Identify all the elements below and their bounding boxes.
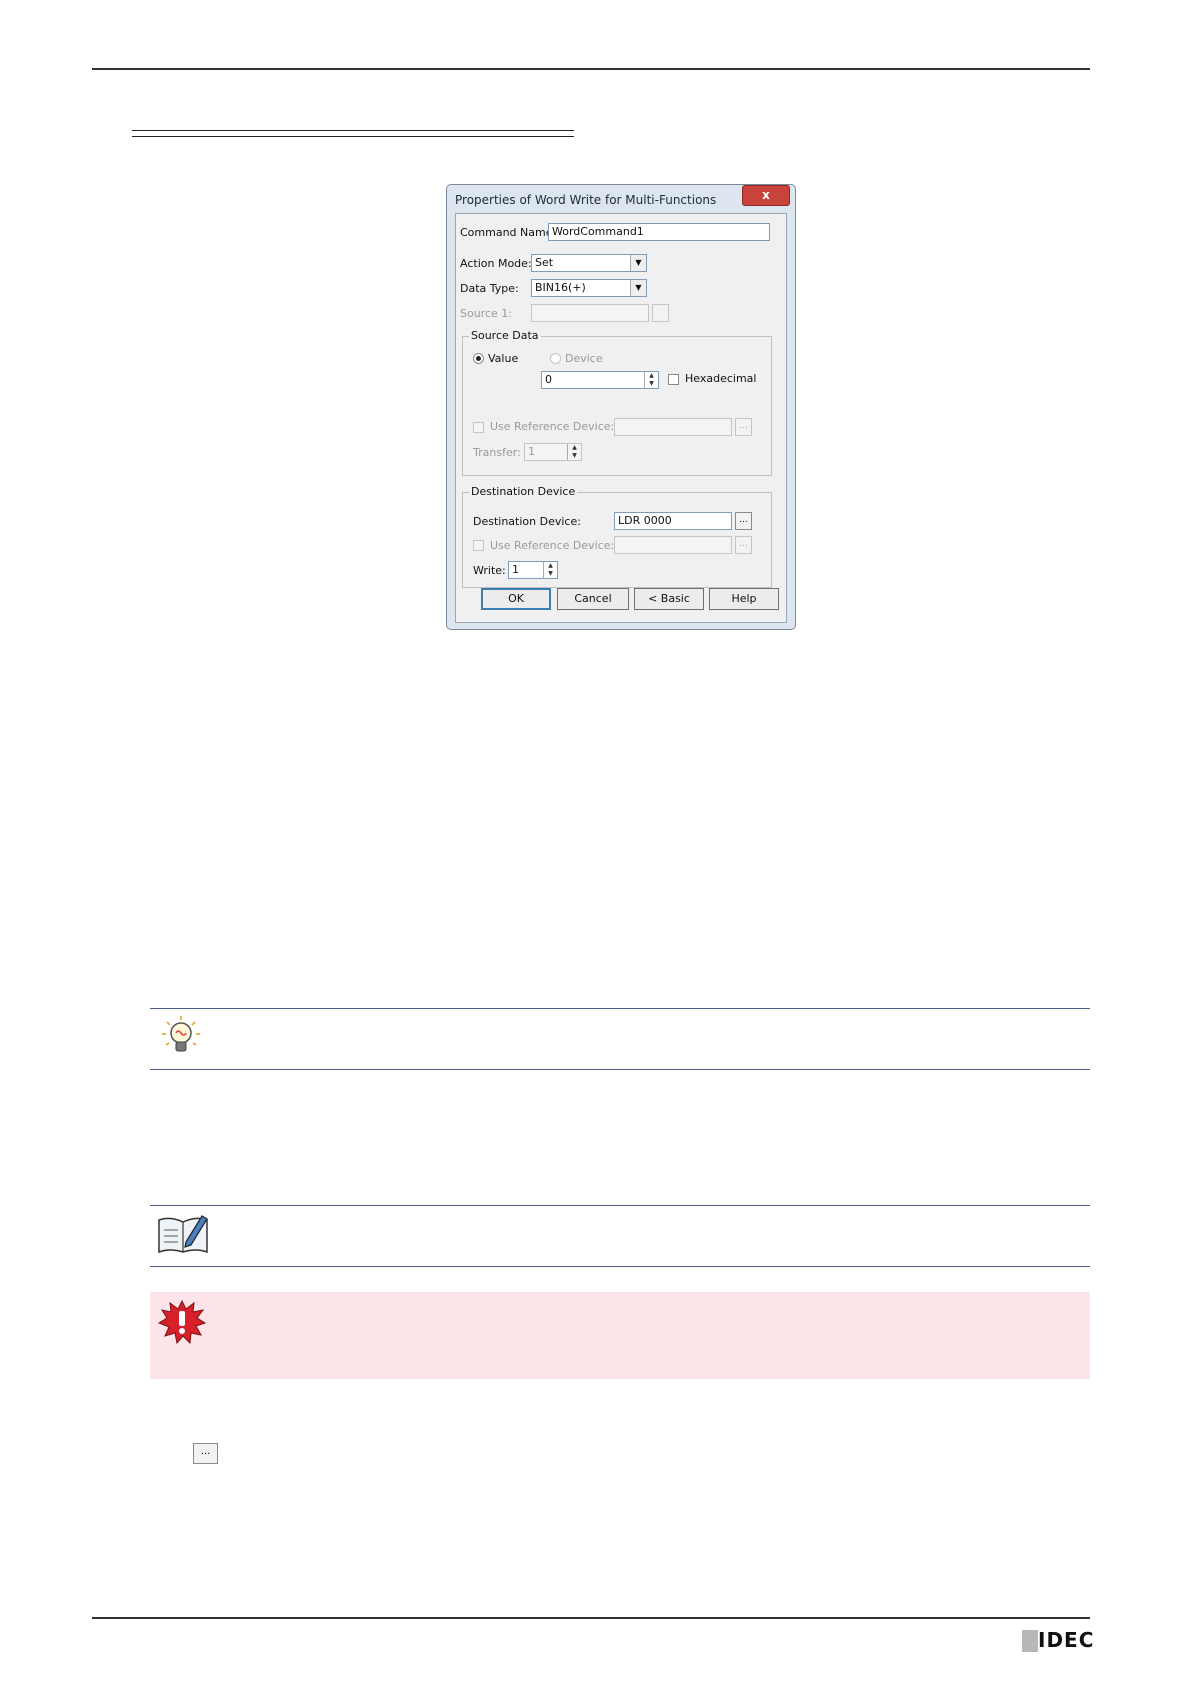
source1-input[interactable] bbox=[531, 304, 649, 322]
source-use-reference-label: Use Reference Device: bbox=[490, 420, 615, 433]
action-mode-value: Set bbox=[535, 256, 554, 269]
warning-box bbox=[150, 1292, 1090, 1379]
spinner-icon[interactable]: ▲ ▼ bbox=[644, 372, 658, 388]
dest-use-reference-label: Use Reference Device: bbox=[490, 539, 615, 552]
destination-group-title: Destination Device bbox=[469, 485, 578, 498]
action-mode-label: Action Mode: bbox=[460, 257, 532, 270]
properties-dialog: Properties of Word Write for Multi-Funct… bbox=[446, 184, 796, 630]
browse-button[interactable]: ... bbox=[193, 1443, 218, 1464]
section-heading-underline bbox=[132, 130, 574, 137]
help-button[interactable]: Help bbox=[709, 588, 779, 610]
destination-device-group: Destination Device Destination Device: L… bbox=[462, 485, 772, 588]
transfer-label: Transfer: bbox=[473, 446, 521, 459]
device-radio-label: Device bbox=[565, 352, 603, 365]
source-data-group-title: Source Data bbox=[469, 329, 541, 342]
dest-use-reference-checkbox[interactable] bbox=[473, 540, 484, 551]
source1-browse-button[interactable] bbox=[652, 304, 669, 322]
source-data-group: Source Data Value Device 0 ▲ ▼ Hexadecima… bbox=[462, 329, 772, 476]
data-type-select[interactable]: BIN16(+) ▼ bbox=[531, 279, 647, 297]
value-radio[interactable] bbox=[473, 353, 484, 364]
source1-label: Source 1: bbox=[460, 307, 512, 320]
command-name-label: Command Name: bbox=[460, 226, 557, 239]
hexadecimal-label: Hexadecimal bbox=[685, 372, 757, 385]
destination-device-label: Destination Device: bbox=[473, 515, 581, 528]
exclamation-burst-icon bbox=[157, 1299, 207, 1345]
ok-button[interactable]: OK bbox=[481, 588, 551, 610]
value-input[interactable]: 0 ▲ ▼ bbox=[541, 371, 659, 389]
footer-rule bbox=[92, 1617, 1090, 1619]
idec-logo: IDEC bbox=[1038, 1628, 1095, 1652]
dest-reference-input[interactable] bbox=[614, 536, 732, 554]
close-button[interactable]: x bbox=[742, 185, 790, 206]
transfer-value: 1 bbox=[528, 445, 535, 458]
chevron-down-icon: ▼ bbox=[630, 255, 646, 271]
transfer-input[interactable]: 1 ▲ ▼ bbox=[524, 443, 582, 461]
note-top-rule bbox=[150, 1205, 1090, 1206]
destination-device-input[interactable]: LDR 0000 bbox=[614, 512, 732, 530]
destination-browse-button[interactable]: ... bbox=[735, 512, 752, 530]
dialog-title: Properties of Word Write for Multi-Funct… bbox=[455, 193, 717, 207]
value-radio-label: Value bbox=[488, 352, 519, 365]
cancel-button[interactable]: Cancel bbox=[557, 588, 629, 610]
source-use-reference-checkbox[interactable] bbox=[473, 422, 484, 433]
data-type-value: BIN16(+) bbox=[535, 281, 586, 294]
note-bottom-rule bbox=[150, 1266, 1090, 1267]
data-type-label: Data Type: bbox=[460, 282, 519, 295]
spinner-icon[interactable]: ▲ ▼ bbox=[543, 562, 557, 578]
source-reference-input[interactable] bbox=[614, 418, 732, 436]
action-mode-select[interactable]: Set ▼ bbox=[531, 254, 647, 272]
device-radio[interactable] bbox=[550, 353, 561, 364]
header-rule bbox=[92, 68, 1090, 70]
spinner-icon[interactable]: ▲ ▼ bbox=[567, 444, 581, 460]
lightbulb-icon bbox=[160, 1015, 202, 1057]
value-input-text: 0 bbox=[545, 373, 552, 386]
dest-reference-browse-button[interactable]: ... bbox=[735, 536, 752, 554]
tip-bottom-rule bbox=[150, 1069, 1090, 1070]
logo-mark bbox=[1022, 1630, 1038, 1652]
command-name-input[interactable]: WordCommand1 bbox=[548, 223, 770, 241]
hexadecimal-checkbox[interactable] bbox=[668, 374, 679, 385]
source-reference-browse-button[interactable]: ... bbox=[735, 418, 752, 436]
basic-button[interactable]: < Basic bbox=[634, 588, 704, 610]
chevron-down-icon: ▼ bbox=[630, 280, 646, 296]
write-value: 1 bbox=[512, 563, 519, 576]
write-label: Write: bbox=[473, 564, 506, 577]
write-input[interactable]: 1 ▲ ▼ bbox=[508, 561, 558, 579]
dialog-panel: Command Name: WordCommand1 Action Mode: … bbox=[455, 213, 787, 623]
notebook-pencil-icon bbox=[156, 1210, 210, 1256]
tip-top-rule bbox=[150, 1008, 1090, 1009]
